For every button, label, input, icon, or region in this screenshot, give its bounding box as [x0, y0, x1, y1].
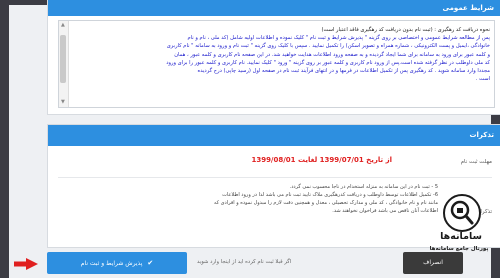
divider — [58, 177, 492, 178]
logo-subtitle: پورتال جامع سامانه‌ها — [429, 246, 489, 252]
note-line: 5 - ثبت نام در این سامانه به منزله استخد… — [289, 184, 438, 190]
terms-scrollbar[interactable]: ▲ ▼ — [59, 21, 69, 107]
logo-name: سامانه‌ها — [440, 231, 482, 242]
terms-line: است . — [475, 76, 490, 83]
check-icon: ✔ — [147, 259, 154, 267]
general-terms-header: شرایط عمومی — [48, 0, 500, 16]
frame-left-edge — [0, 0, 9, 278]
general-terms-panel: شرایط عمومی ▲ ▼ نحوه دریافت کد رهگیری : … — [47, 0, 500, 115]
terms-line: پس از مطالعه شرایط عمومی و اختصاصی بر رو… — [187, 35, 490, 42]
scroll-thumb[interactable] — [60, 35, 66, 83]
deadline-value: از تاریخ 1399/07/01 لغایت 1399/08/01 — [251, 156, 392, 164]
red-arrow-icon — [14, 258, 38, 270]
note-line: 6- تکمیل اطلاعات توسط داوطلب و دریافت کد… — [222, 192, 438, 198]
notes-text: 5 - ثبت نام در این سامانه به منزله استخد… — [138, 183, 438, 215]
terms-line: کد ملی داوطلب در نظر گرفته شده است.پس از… — [166, 59, 490, 66]
terms-textarea[interactable]: ▲ ▼ نحوه دریافت کد رهگیری : (ثبت نام بدو… — [58, 20, 495, 108]
terms-line: نحوه دریافت کد رهگیری : (ثبت نام بدون در… — [321, 27, 490, 33]
terms-line: خانوادگی ،ایمیل و پست الکترونیکی ، شماره… — [166, 43, 490, 50]
note-line: اطلاعات آنان ناقص می باشد فراخوان نخواهن… — [332, 208, 438, 214]
terms-line: و کلمه عبور برای ورود به سامانه برای شما… — [174, 51, 490, 58]
scroll-up-icon[interactable]: ▲ — [61, 23, 66, 28]
deadline-label: مهلت ثبت نام — [460, 159, 492, 165]
site-logo: سامانه‌ها پورتال جامع سامانه‌ها — [426, 194, 496, 274]
scroll-down-icon[interactable]: ▼ — [61, 100, 66, 105]
accept-register-label: پذیرش شرایط و ثبت نام — [80, 260, 143, 267]
notes-header: تذکرات — [48, 125, 500, 146]
terms-text: نحوه دریافت کد رهگیری : (ثبت نام بدون در… — [71, 26, 490, 83]
terms-line: مجددا وارد سامانه شوید . کد رهگیری پس از… — [197, 68, 490, 75]
logo-mark-icon — [443, 194, 481, 232]
note-line: مانند نام و نام خانوادگی ، کد ملی و مدار… — [213, 200, 438, 206]
login-link[interactable]: اگر قبلا ثبت نام کرده اید از اینجا وارد … — [197, 259, 291, 265]
accept-register-button[interactable]: ✔ پذیرش شرایط و ثبت نام — [47, 252, 187, 274]
